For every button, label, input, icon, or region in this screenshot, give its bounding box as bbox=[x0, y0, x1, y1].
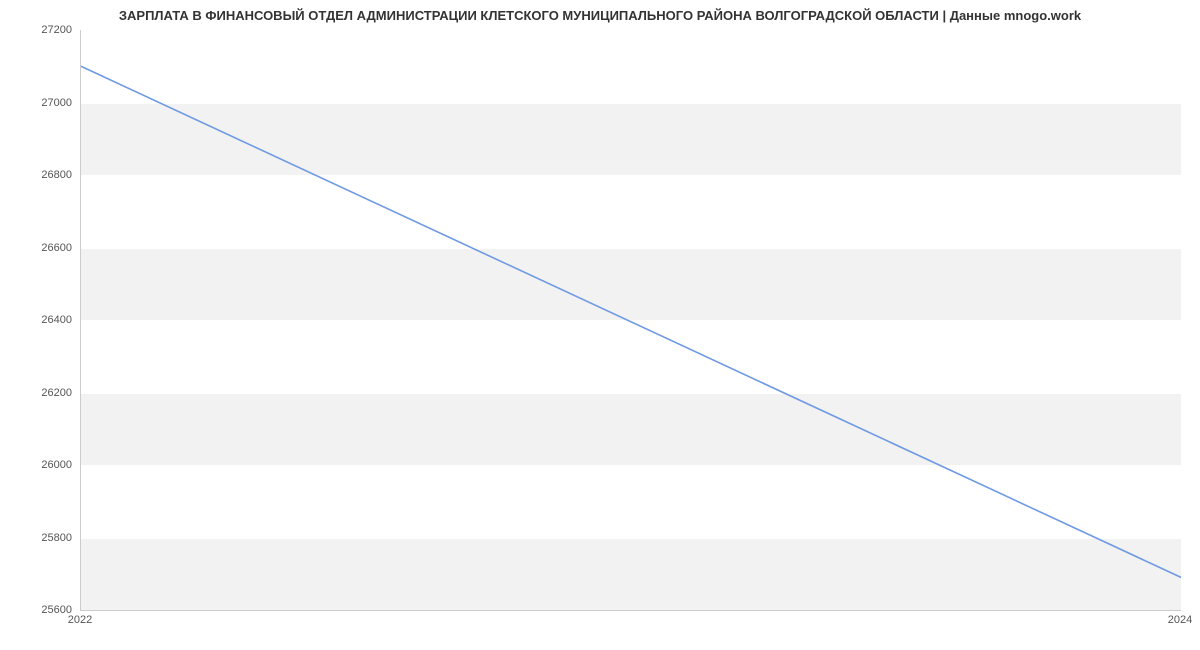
y-tick-label: 26200 bbox=[2, 387, 72, 399]
chart-title: ЗАРПЛАТА В ФИНАНСОВЫЙ ОТДЕЛ АДМИНИСТРАЦИ… bbox=[0, 8, 1200, 23]
x-tick-label: 2022 bbox=[68, 614, 92, 626]
y-tick-label: 25600 bbox=[2, 604, 72, 616]
y-tick-label: 27200 bbox=[2, 24, 72, 36]
y-tick-label: 26000 bbox=[2, 459, 72, 471]
series-line bbox=[81, 66, 1181, 577]
y-tick-label: 26600 bbox=[2, 242, 72, 254]
y-tick-label: 27000 bbox=[2, 97, 72, 109]
y-tick-label: 25800 bbox=[2, 532, 72, 544]
x-tick-label: 2024 bbox=[1168, 614, 1192, 626]
y-tick-label: 26800 bbox=[2, 169, 72, 181]
y-tick-label: 26400 bbox=[2, 314, 72, 326]
line-chart: ЗАРПЛАТА В ФИНАНСОВЫЙ ОТДЕЛ АДМИНИСТРАЦИ… bbox=[0, 0, 1200, 650]
line-layer bbox=[81, 30, 1181, 610]
plot-area bbox=[80, 30, 1181, 611]
